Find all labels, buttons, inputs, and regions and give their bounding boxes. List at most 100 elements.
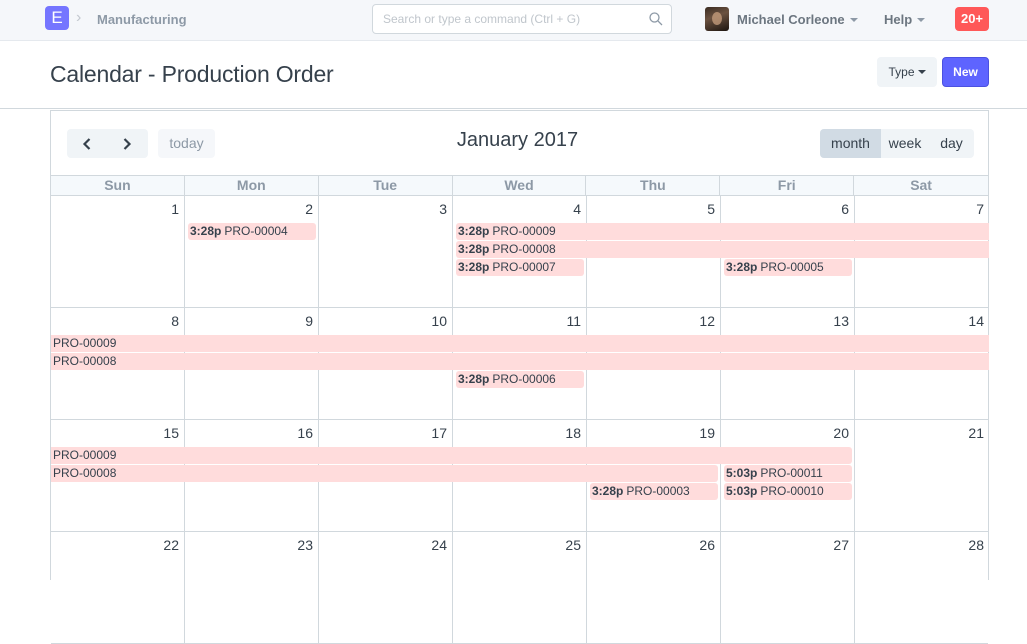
view-day-button[interactable]: day [929,129,974,158]
search-box[interactable] [372,4,672,34]
event-title: PRO-00006 [492,372,556,386]
calendar-event[interactable]: 5:03p PRO-00010 [724,483,852,500]
day-number[interactable]: 16 [297,425,313,441]
day-cell[interactable]: 22 [51,532,185,643]
event-title: PRO-00011 [760,466,823,480]
caret-down-icon [917,18,926,22]
event-title: PRO-00010 [760,484,824,498]
chevron-left-icon [82,137,91,150]
user-name: Michael Corleone [737,12,845,27]
view-week-button[interactable]: week [881,129,929,158]
day-cell[interactable]: 1 [51,196,185,307]
event-time: 3:28p [458,260,490,274]
week-row: 1 2 3 4 5 6 7 3:28p PRO-00004 3:28p PRO-00009 3:28p… [51,196,989,308]
day-cell[interactable]: 28 [855,532,989,643]
help-label: Help [884,12,913,27]
event-time: 3:28p [726,260,758,274]
calendar-event[interactable]: 5:03p PRO-00011 [724,465,852,482]
day-number[interactable]: 22 [163,537,179,553]
day-number[interactable]: 3 [439,201,447,217]
calendar-event[interactable]: PRO-00008 [51,353,989,370]
breadcrumb-manufacturing[interactable]: Manufacturing [97,12,187,27]
day-number[interactable]: 23 [297,537,313,553]
day-number[interactable]: 18 [565,425,581,441]
user-menu[interactable]: Michael Corleone [737,12,858,27]
event-time: 3:28p [592,484,624,498]
day-number[interactable]: 19 [699,425,715,441]
day-cell[interactable]: 23 [185,532,319,643]
day-cell[interactable]: 21 [855,420,989,531]
calendar-event[interactable]: 3:28p PRO-00008 [456,241,989,258]
day-number[interactable]: 6 [841,201,849,217]
calendar-event[interactable]: PRO-00009 [51,335,989,352]
day-number[interactable]: 13 [833,313,849,329]
user-avatar[interactable] [705,7,729,31]
event-title: PRO-00003 [626,484,690,498]
day-number[interactable]: 9 [305,313,313,329]
caret-down-icon [849,18,858,22]
day-header-thu: Thu [586,176,721,196]
day-number[interactable]: 26 [699,537,715,553]
week-row: 15 16 17 18 19 20 21 PRO-00009 PRO-00008 5:03p PRO… [51,420,988,532]
day-number[interactable]: 25 [565,537,581,553]
calendar-event[interactable]: 3:28p PRO-00004 [188,223,316,240]
event-title: PRO-00009 [53,448,117,462]
calendar-event[interactable]: PRO-00008 [51,465,718,482]
event-time: 3:28p [458,242,490,256]
day-header-fri: Fri [720,176,855,196]
day-number[interactable]: 4 [573,201,581,217]
day-header-mon: Mon [185,176,319,196]
day-cell[interactable]: 24 [319,532,453,643]
notification-badge[interactable]: 20+ [955,7,989,31]
day-number[interactable]: 24 [431,537,447,553]
day-cell[interactable]: 25 [453,532,587,643]
calendar-event[interactable]: PRO-00009 [51,447,852,464]
day-cell[interactable]: 3 [319,196,453,307]
day-number[interactable]: 28 [968,537,984,553]
day-cell[interactable]: 26 [587,532,721,643]
day-number[interactable]: 21 [968,425,984,441]
app-logo[interactable]: E [45,6,69,30]
event-title: PRO-00005 [760,260,824,274]
day-number[interactable]: 15 [163,425,179,441]
search-input[interactable] [373,5,633,33]
day-header-wed: Wed [453,176,587,196]
today-button[interactable]: today [158,129,215,158]
day-number[interactable]: 27 [833,537,849,553]
day-number[interactable]: 8 [171,313,179,329]
day-cell[interactable]: 27 [721,532,855,643]
calendar-event[interactable]: 3:28p PRO-00003 [590,483,718,500]
event-time: 3:28p [190,224,222,238]
calendar-event[interactable]: 3:28p PRO-00005 [724,259,852,276]
day-number[interactable]: 5 [707,201,715,217]
breadcrumb-chevron-icon: › [76,9,82,26]
day-header-sun: Sun [51,176,185,196]
day-number[interactable]: 11 [566,313,581,329]
next-button[interactable] [107,129,147,158]
day-number[interactable]: 2 [305,201,313,217]
navbar: E › Manufacturing Michael Corleone Help … [0,0,1027,41]
day-number[interactable]: 1 [171,201,179,217]
day-number[interactable]: 10 [431,313,447,329]
day-cell[interactable]: 2 [185,196,319,307]
calendar-event[interactable]: 3:28p PRO-00007 [456,259,584,276]
new-button[interactable]: New [942,57,989,87]
event-title: PRO-00008 [53,466,117,480]
view-switcher: month week day [820,129,974,158]
day-number[interactable]: 7 [976,201,984,217]
view-month-button[interactable]: month [820,129,881,158]
day-number[interactable]: 12 [699,313,715,329]
event-title: PRO-00008 [492,242,556,256]
type-dropdown-button[interactable]: Type [877,57,937,87]
event-time: 3:28p [458,372,490,386]
day-number[interactable]: 20 [833,425,849,441]
day-number[interactable]: 17 [431,425,447,441]
day-number[interactable]: 14 [968,313,984,329]
calendar-event[interactable]: 3:28p PRO-00009 [456,223,989,240]
search-icon[interactable] [649,12,663,26]
week-row: 22 23 24 25 26 27 28 [51,532,988,644]
event-time: 5:03p [726,484,758,498]
prev-button[interactable] [67,129,107,158]
help-menu[interactable]: Help [884,12,926,27]
calendar-event[interactable]: 3:28p PRO-00006 [456,371,584,388]
